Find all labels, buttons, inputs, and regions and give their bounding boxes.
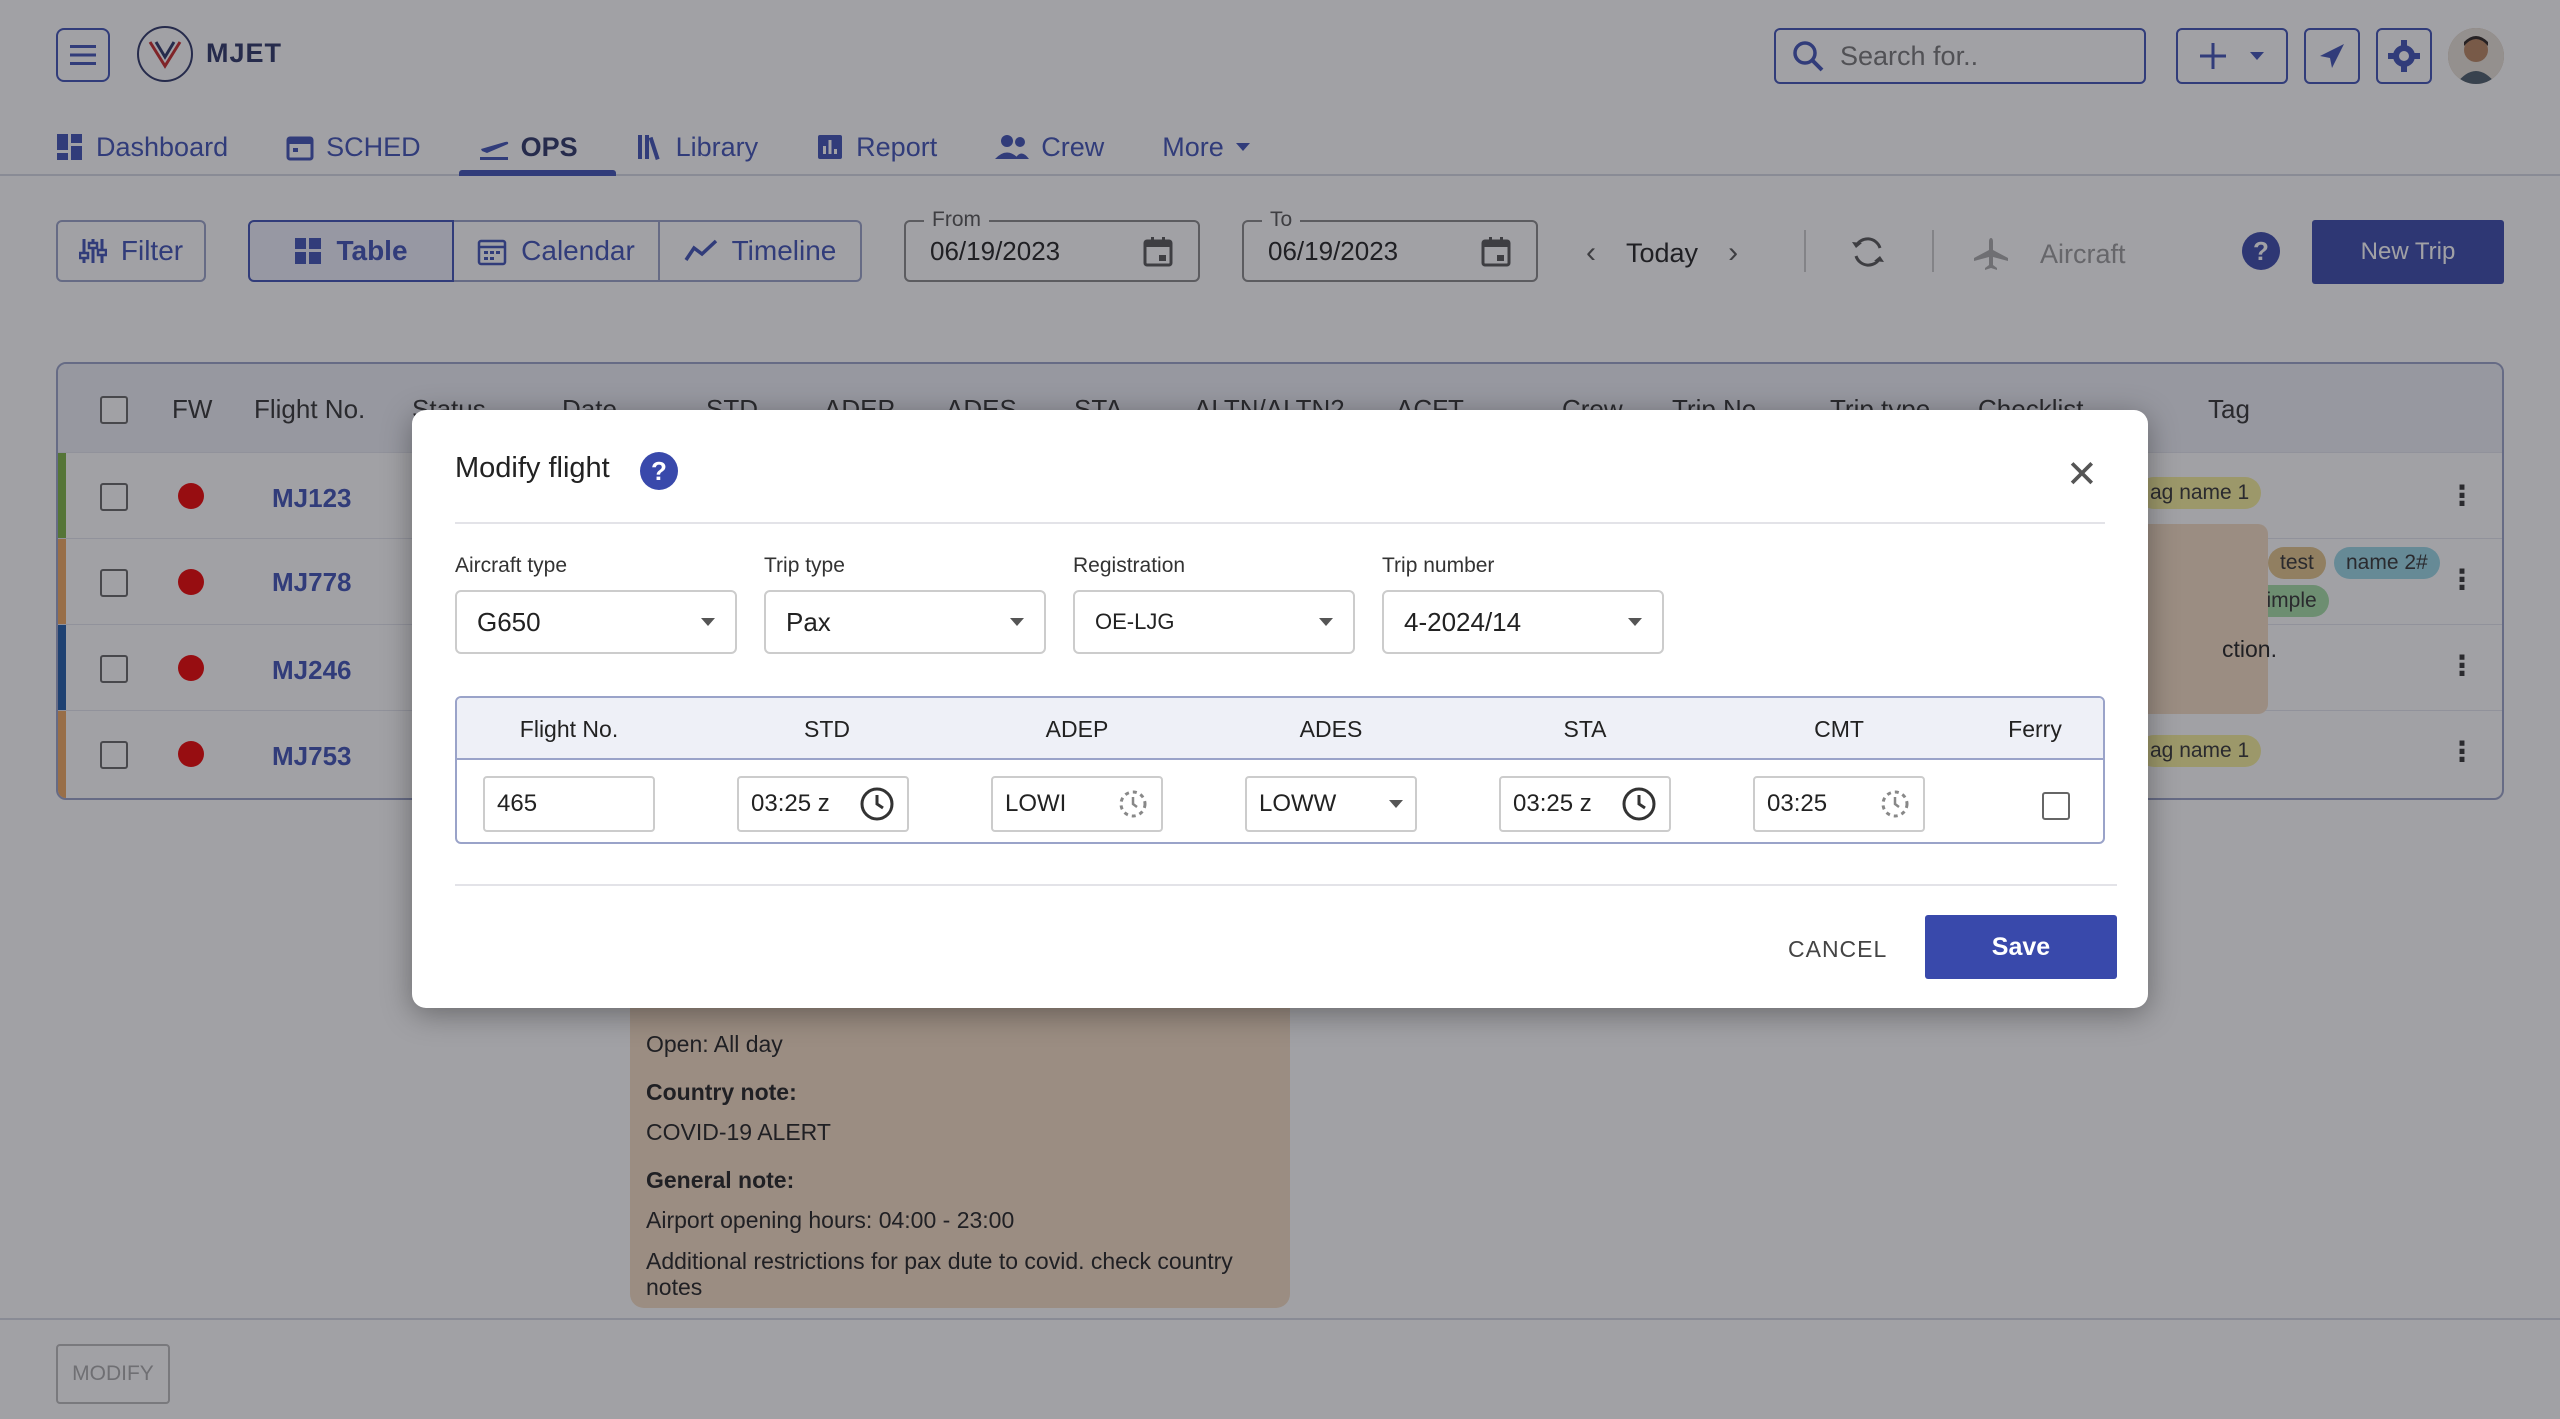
flight-no-input[interactable]: 465 xyxy=(483,776,655,832)
std-time-input[interactable]: 03:25 z xyxy=(737,776,909,832)
ades-value: LOWW xyxy=(1259,790,1337,817)
trip-number-value: 4-2024/14 xyxy=(1404,606,1522,637)
flight-leg-header: Flight No. STD ADEP ADES STA CMT Ferry xyxy=(457,698,2103,760)
cmt-input[interactable]: 03:25 xyxy=(1753,776,1925,832)
modify-flight-dialog: Modify flight ? ✕ Aircraft type G650 Tri… xyxy=(412,410,2148,1008)
trip-type-value: Pax xyxy=(786,606,831,637)
close-icon[interactable]: ✕ xyxy=(2066,452,2098,497)
cmt-value: 03:25 xyxy=(1767,790,1828,817)
timer-dashed-icon[interactable] xyxy=(1879,788,1911,820)
dialog-title: Modify flight xyxy=(455,452,610,484)
chevron-down-icon xyxy=(701,618,715,626)
aircraft-type-value: G650 xyxy=(477,606,541,637)
col-cmt: CMT xyxy=(1814,716,1864,742)
registration-value: OE-LJG xyxy=(1095,609,1175,634)
ades-select[interactable]: LOWW xyxy=(1245,776,1417,832)
chevron-down-icon xyxy=(1389,800,1403,808)
aircraft-type-select[interactable]: G650 xyxy=(455,590,737,654)
adep-value: LOWI xyxy=(1005,790,1067,817)
adep-input[interactable]: LOWI xyxy=(991,776,1163,832)
help-icon[interactable]: ? xyxy=(640,452,678,490)
trip-type-label: Trip type xyxy=(764,554,845,577)
cancel-button[interactable]: CANCEL xyxy=(1788,936,1887,963)
col-adep: ADEP xyxy=(1045,716,1109,742)
flight-leg-table: Flight No. STD ADEP ADES STA CMT Ferry 4… xyxy=(455,696,2105,844)
divider xyxy=(455,884,2117,886)
aircraft-type-label: Aircraft type xyxy=(455,554,568,577)
std-value: 03:25 z xyxy=(751,790,830,817)
col-ferry: Ferry xyxy=(2008,716,2062,742)
trip-type-select[interactable]: Pax xyxy=(764,590,1046,654)
chevron-down-icon xyxy=(1319,618,1333,626)
col-std: STD xyxy=(804,716,850,742)
sta-time-input[interactable]: 03:25 z xyxy=(1499,776,1671,832)
trip-number-label: Trip number xyxy=(1382,554,1495,577)
col-ades: ADES xyxy=(1299,716,1363,742)
sta-value: 03:25 z xyxy=(1513,790,1592,817)
save-button[interactable]: Save xyxy=(1925,915,2117,979)
divider xyxy=(455,522,2105,524)
clock-icon[interactable] xyxy=(1621,786,1657,822)
ferry-checkbox[interactable] xyxy=(2042,792,2070,820)
flight-no-value: 465 xyxy=(497,790,538,817)
col-flight-no: Flight No. xyxy=(519,716,619,742)
registration-label: Registration xyxy=(1073,554,1186,577)
col-sta: STA xyxy=(1563,716,1607,742)
clock-icon[interactable] xyxy=(859,786,895,822)
trip-number-select[interactable]: 4-2024/14 xyxy=(1382,590,1664,654)
chevron-down-icon xyxy=(1628,618,1642,626)
registration-select[interactable]: OE-LJG xyxy=(1073,590,1355,654)
chevron-down-icon xyxy=(1010,618,1024,626)
timer-dashed-icon[interactable] xyxy=(1117,788,1149,820)
